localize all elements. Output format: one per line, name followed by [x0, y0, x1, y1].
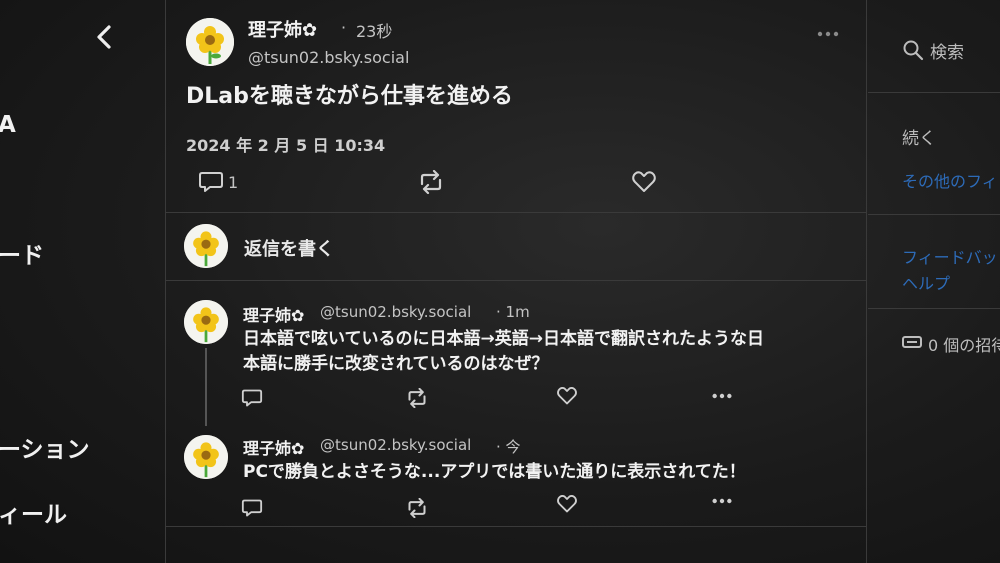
- repost-icon: [408, 498, 426, 518]
- thread-column: 理子姉✿ · 23秒 @tsun02.bsky.social DLabを聴きなが…: [166, 0, 866, 563]
- reply-comment-button[interactable]: [241, 388, 263, 408]
- flower-avatar-icon: [184, 435, 228, 479]
- help-link[interactable]: ヘルプ: [902, 270, 950, 294]
- reply-text-line: 本語に勝手に改変されているのはなぜ？: [243, 354, 549, 374]
- ticket-icon: [902, 336, 922, 348]
- flower-avatar-icon: [184, 300, 228, 344]
- reply-comment-button[interactable]: [241, 498, 263, 518]
- comment-icon: [241, 499, 263, 517]
- reply-count: 1: [228, 173, 239, 192]
- comment-icon: [241, 389, 263, 407]
- post-more-button[interactable]: [816, 30, 840, 38]
- left-nav: A ード ーション ィール: [0, 0, 165, 563]
- avatar[interactable]: [186, 18, 234, 66]
- reply-more-button[interactable]: [711, 497, 733, 505]
- reply-time[interactable]: · 今: [496, 436, 521, 457]
- following-label[interactable]: 続く: [902, 124, 936, 149]
- repost-button[interactable]: [416, 170, 446, 194]
- repost-icon: [420, 170, 442, 194]
- post-time[interactable]: 23秒: [356, 18, 392, 42]
- reply-avatar[interactable]: [184, 435, 228, 479]
- reply-like-button[interactable]: [556, 386, 578, 406]
- search-label: 検索: [930, 43, 964, 63]
- reply-text-line: PCで勝負とよさそうな...アプリでは書いた通りに表示されてた！: [243, 462, 746, 482]
- like-button[interactable]: [631, 170, 657, 194]
- thread-line: [205, 348, 207, 426]
- right-sidebar: 検索 続く その他のフィ フィードバッ ヘルプ 0 個の招待: [868, 0, 1000, 563]
- more-dots-icon: [817, 31, 839, 37]
- reply-like-button[interactable]: [556, 494, 578, 514]
- post-separator: ·: [341, 18, 347, 37]
- divider: [166, 280, 866, 281]
- divider: [166, 526, 866, 527]
- post-handle[interactable]: @tsun02.bsky.social: [248, 48, 409, 67]
- other-feeds-link[interactable]: その他のフィ: [902, 168, 998, 192]
- invite-codes-label: 0 個の招待: [928, 336, 1000, 355]
- flower-avatar-icon: [184, 224, 228, 268]
- chevron-left-icon: [97, 25, 111, 49]
- feedback-link[interactable]: フィードバッ: [902, 244, 998, 268]
- nav-item-moderation[interactable]: ーション: [0, 430, 90, 464]
- reply-author[interactable]: 理子姉✿: [243, 435, 304, 459]
- reply-handle[interactable]: @tsun02.bsky.social: [320, 303, 471, 321]
- reply-button[interactable]: [198, 170, 224, 194]
- repost-icon: [408, 388, 426, 408]
- nav-item-1[interactable]: A: [0, 112, 16, 138]
- heart-icon: [557, 387, 577, 405]
- divider: [868, 308, 1000, 309]
- comment-icon: [199, 172, 223, 192]
- post-text: DLabを聴きながら仕事を進める: [186, 84, 513, 109]
- back-button[interactable]: [88, 20, 122, 54]
- heart-icon: [632, 171, 656, 192]
- divider: [868, 214, 1000, 215]
- screen: A ード ーション ィール 理子姉✿ · 23秒 @tsun02.bsky.so…: [0, 0, 1000, 563]
- reply-placeholder[interactable]: 返信を書く: [244, 235, 334, 261]
- reply-author[interactable]: 理子姉✿: [243, 302, 304, 326]
- reply-handle[interactable]: @tsun02.bsky.social: [320, 436, 471, 454]
- right-divider: [866, 0, 867, 563]
- reply-more-button[interactable]: [711, 392, 733, 400]
- flower-avatar-icon: [186, 18, 234, 66]
- composer-avatar: [184, 224, 228, 268]
- reply-repost-button[interactable]: [404, 498, 430, 518]
- reply-text-line: 日本語で呟いているのに日本語→英語→日本語で翻訳されたような日: [243, 329, 764, 349]
- reply-avatar[interactable]: [184, 300, 228, 344]
- more-dots-icon: [712, 498, 732, 504]
- search-icon: [903, 40, 924, 61]
- more-dots-icon: [712, 393, 732, 399]
- nav-item-profile[interactable]: ィール: [0, 495, 67, 529]
- divider: [868, 92, 1000, 93]
- reply-repost-button[interactable]: [404, 388, 430, 408]
- post-author[interactable]: 理子姉✿: [248, 16, 317, 42]
- nav-item-feeds[interactable]: ード: [0, 236, 44, 270]
- reply-time[interactable]: · 1m: [496, 303, 530, 321]
- post-date: 2024 年 2 月 5 日 10:34: [186, 136, 386, 155]
- divider: [166, 212, 866, 213]
- heart-icon: [557, 495, 577, 513]
